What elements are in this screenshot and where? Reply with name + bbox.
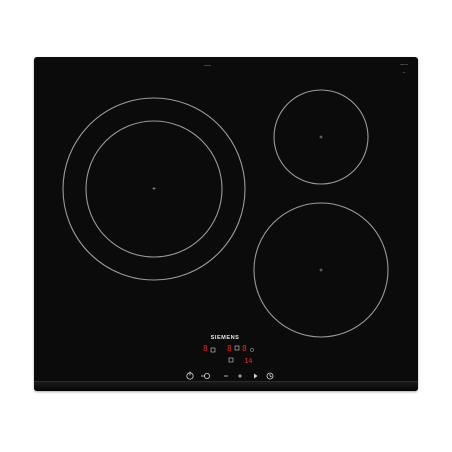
zone-large-left <box>62 97 246 281</box>
zone-indicator-boxes <box>210 345 240 363</box>
zone-medium-bottom-right-center-mark <box>319 268 323 272</box>
zone-indicator-box-3 <box>228 357 234 363</box>
certification-submark: ▪▪▪▪ <box>402 72 406 74</box>
touch-control-row <box>186 371 274 380</box>
display-digit-zone-3: 8 <box>242 344 247 353</box>
certification-mark: ▪▪▪▪▪ ▪▪▪ <box>400 63 408 66</box>
product-photo: ━━━━━ ▪▪▪▪▪ ▪▪▪ ▪▪▪▪ SIEMENS 8 8 8 14 <box>0 0 452 452</box>
zone-indicator-box-2 <box>234 345 240 351</box>
zone-small-top-right-center-mark <box>319 135 323 139</box>
zone-small-top-right <box>273 89 369 185</box>
power-icon[interactable] <box>186 371 194 380</box>
zone-large-left-center-mark <box>152 187 156 190</box>
brand-logo: SIEMENS <box>210 335 240 341</box>
zone-indicator-box-1 <box>210 347 216 353</box>
play-icon[interactable] <box>254 373 258 379</box>
plus-icon[interactable] <box>238 374 242 378</box>
display-digit-zone-2: 8 <box>227 344 232 353</box>
model-number-label: ━━━━━ <box>204 65 212 67</box>
display-digit-zone-1: 8 <box>203 344 208 353</box>
boost-icon[interactable] <box>201 372 210 379</box>
zone-medium-bottom-right <box>253 202 389 338</box>
timer-icon[interactable] <box>266 372 274 380</box>
status-dot <box>250 348 254 352</box>
cooktop-markings <box>62 89 389 380</box>
display-timer-digits: 14 <box>244 357 253 365</box>
